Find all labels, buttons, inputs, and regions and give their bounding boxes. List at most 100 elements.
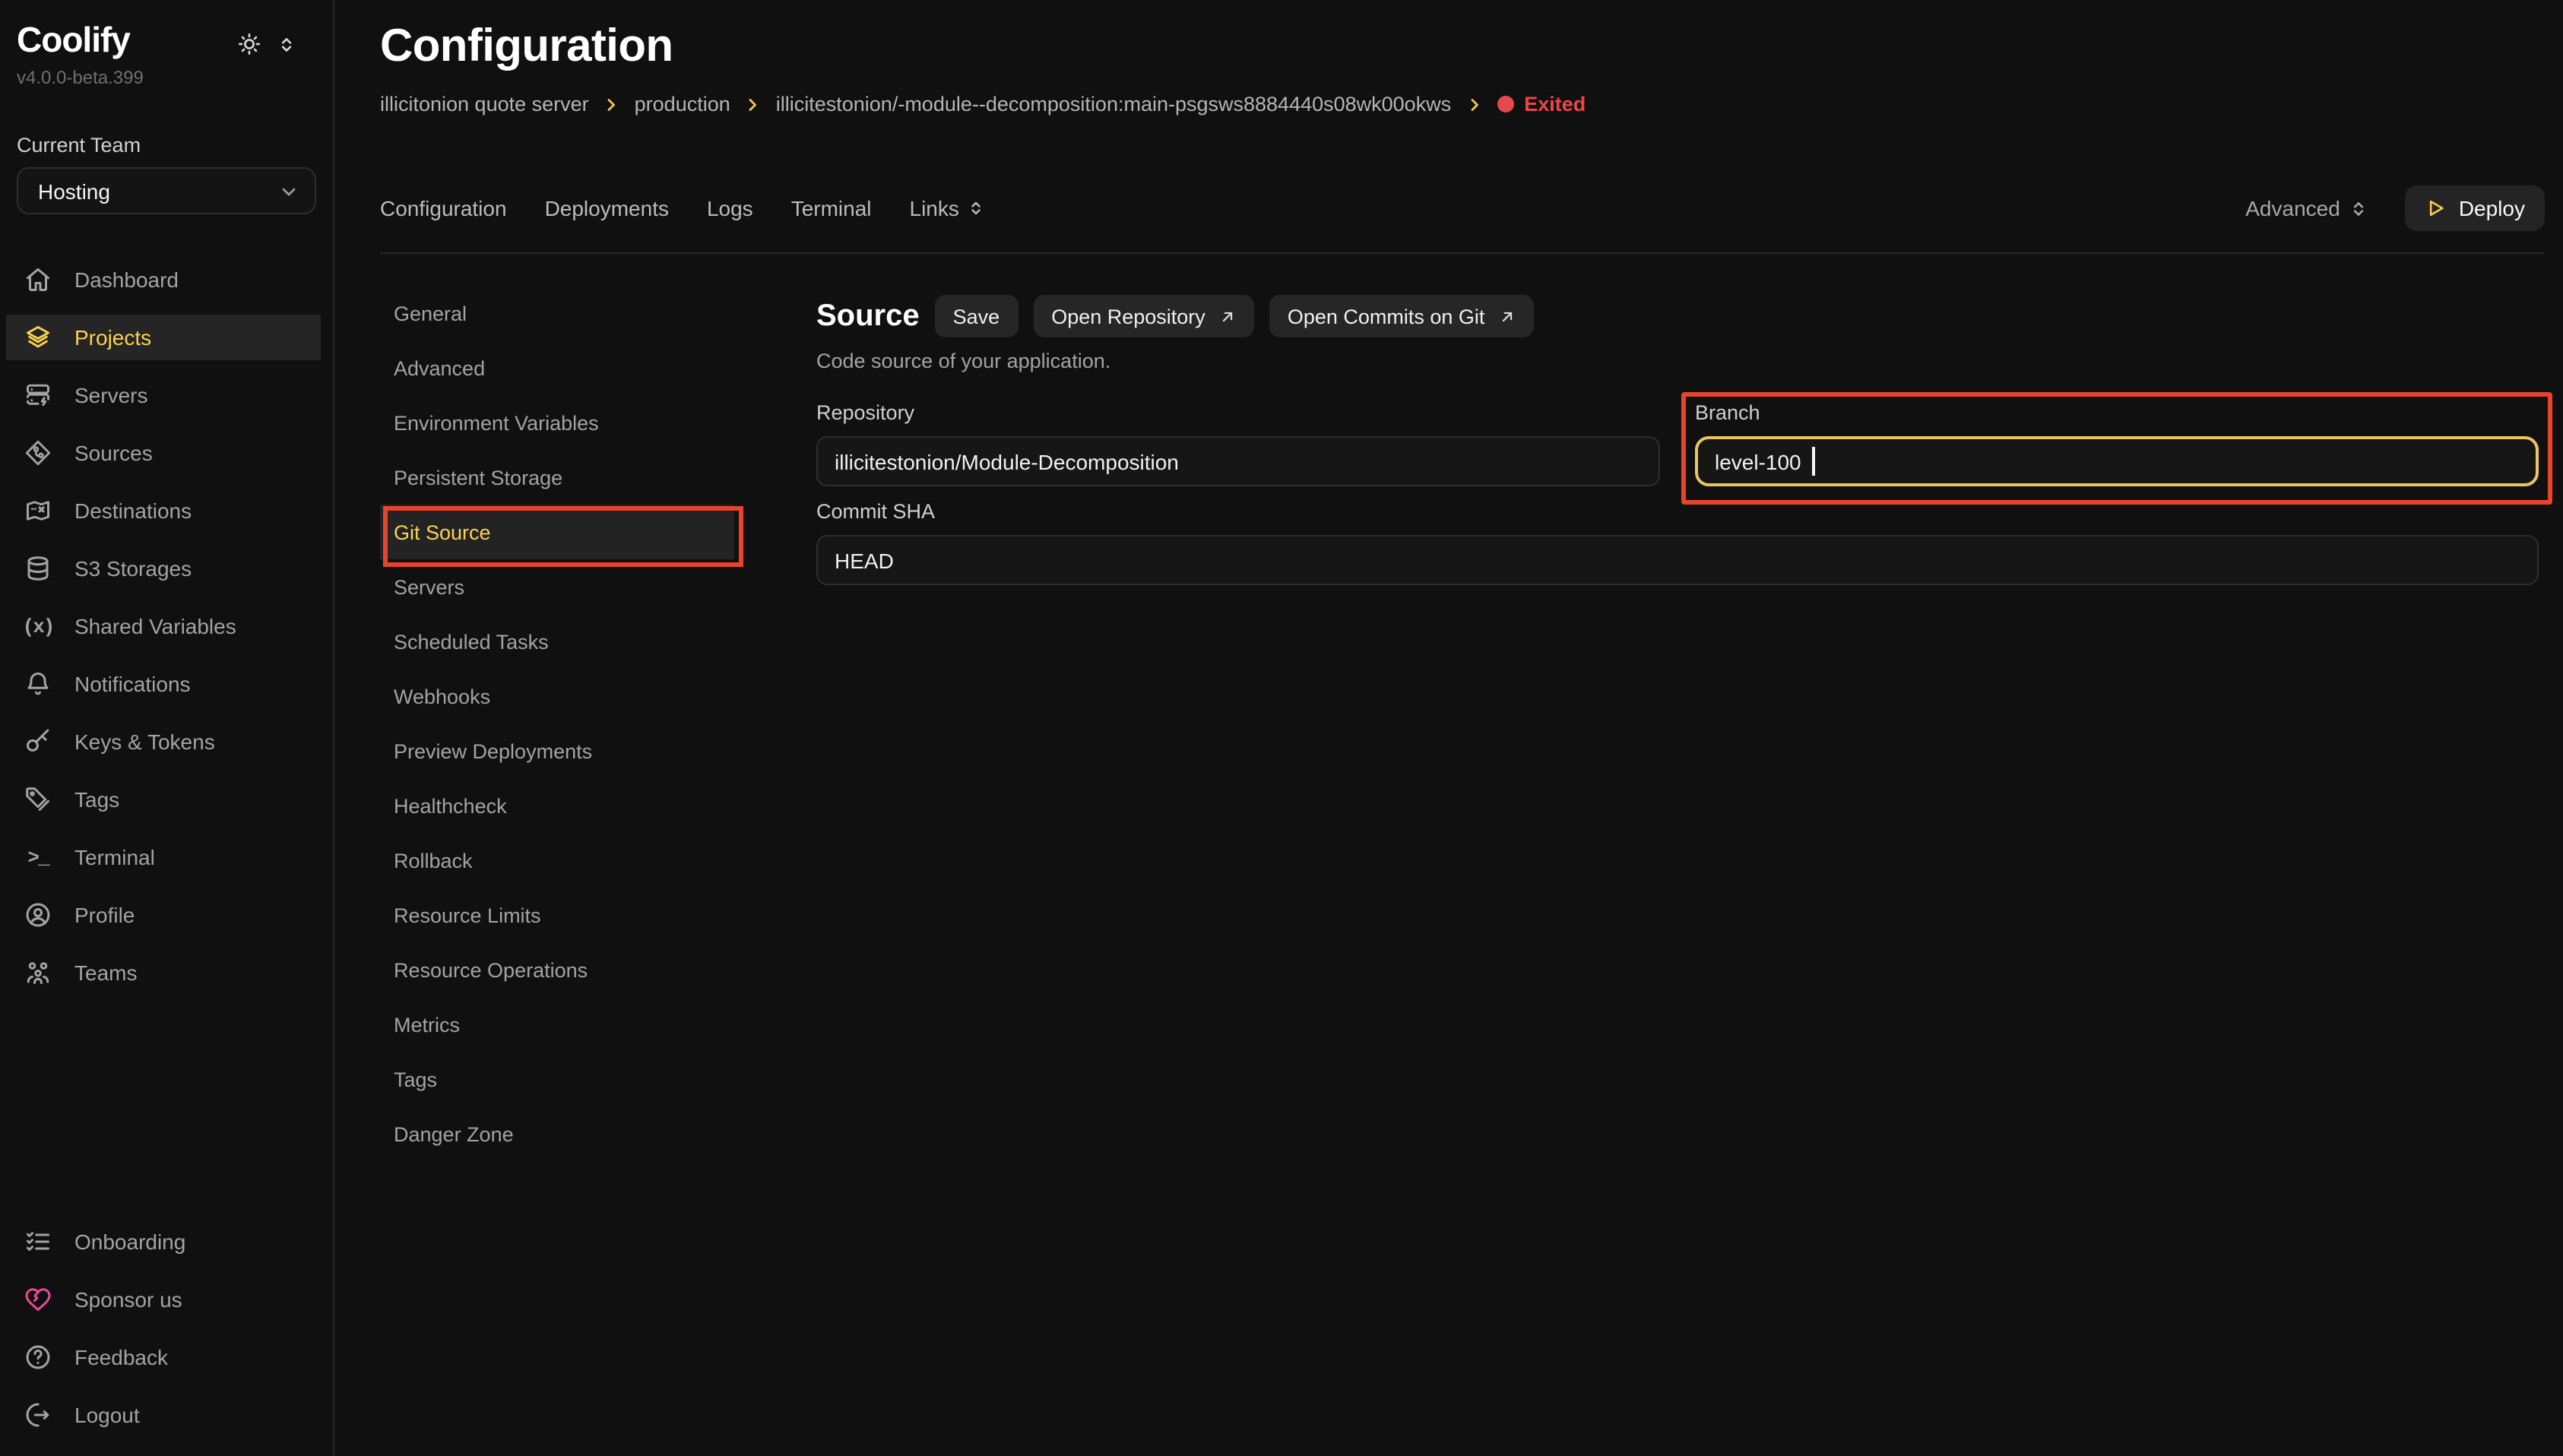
commit-sha-label: Commit SHA (816, 499, 2539, 524)
logout-icon (24, 1401, 52, 1429)
sidebar-item-teams[interactable]: Teams (6, 950, 321, 995)
users-icon (24, 959, 52, 986)
advanced-dropdown[interactable]: Advanced (2245, 196, 2369, 220)
page-title: Configuration (380, 0, 2545, 74)
database-icon (24, 555, 52, 582)
submenu-item-resource-limits[interactable]: Resource Limits (380, 888, 734, 942)
tab-logs[interactable]: Logs (707, 196, 753, 220)
submenu-item-servers[interactable]: Servers (380, 559, 734, 614)
submenu-item-rollback[interactable]: Rollback (380, 833, 734, 888)
variable-icon: (x) (24, 615, 52, 638)
tab-deployments[interactable]: Deployments (545, 196, 669, 220)
tab-terminal[interactable]: Terminal (791, 196, 872, 220)
sidebar-item-servers[interactable]: Servers (6, 372, 321, 418)
sidebar-item-shared-variables[interactable]: (x) Shared Variables (6, 603, 321, 649)
submenu-item-resource-operations[interactable]: Resource Operations (380, 942, 734, 997)
sidebar-item-keys-tokens[interactable]: Keys & Tokens (6, 719, 321, 764)
breadcrumb: illicitonion quote server production ill… (380, 91, 2545, 117)
section-description: Code source of your application. (816, 348, 2539, 374)
map-icon (24, 497, 52, 524)
chevrons-up-down-icon (2349, 198, 2369, 218)
heart-icon (24, 1286, 52, 1313)
chevron-down-icon (278, 180, 299, 201)
submenu-item-preview-deployments[interactable]: Preview Deployments (380, 723, 734, 778)
submenu-item-webhooks[interactable]: Webhooks (380, 669, 734, 723)
terminal-icon: >_ (24, 846, 52, 869)
submenu-item-git-source[interactable]: Git Source (380, 505, 734, 559)
home-icon (24, 266, 52, 293)
chevron-right-icon (1465, 96, 1483, 114)
sidebar-menu: Dashboard Projects Servers Sources (0, 257, 333, 1008)
sidebar-header: Coolify v4.0.0-beta.399 (0, 0, 333, 90)
app-version: v4.0.0-beta.399 (17, 67, 316, 90)
open-commits-button[interactable]: Open Commits on Git (1269, 295, 1534, 337)
key-icon (24, 728, 52, 755)
sidebar-item-terminal[interactable]: >_ Terminal (6, 834, 321, 880)
sidebar-item-sources[interactable]: Sources (6, 430, 321, 476)
tab-configuration[interactable]: Configuration (380, 196, 507, 220)
user-circle-icon (24, 901, 52, 929)
sidebar-item-s3-storages[interactable]: S3 Storages (6, 546, 321, 591)
tab-bar: Configuration Deployments Logs Terminal … (380, 185, 2545, 231)
server-icon (24, 381, 52, 409)
chevron-right-icon (744, 96, 762, 114)
help-circle-icon (24, 1344, 52, 1371)
status-dot-icon (1497, 96, 1513, 112)
coolify-app: Coolify v4.0.0-beta.399 Current Team Hos (0, 0, 2563, 1456)
team-select-value: Hosting (38, 179, 110, 203)
deploy-button[interactable]: Deploy (2406, 185, 2545, 231)
sidebar-footer-menu: Onboarding Sponsor us Feedback Logout (0, 1219, 333, 1450)
sidebar-item-sponsor-us[interactable]: Sponsor us (6, 1277, 321, 1322)
tab-bar-divider (380, 252, 2545, 254)
sidebar: Coolify v4.0.0-beta.399 Current Team Hos (0, 0, 334, 1456)
branch-input[interactable] (1695, 436, 2539, 486)
submenu-item-advanced[interactable]: Advanced (380, 340, 734, 395)
theme-toggle-sun-icon[interactable] (237, 32, 261, 56)
status-text: Exited (1524, 91, 1586, 117)
tag-icon (24, 786, 52, 813)
breadcrumb-environment[interactable]: production (635, 91, 730, 117)
sidebar-collapse-chevrons-icon[interactable] (277, 34, 296, 54)
chevron-right-icon (603, 96, 621, 114)
commit-sha-input[interactable] (816, 535, 2539, 585)
current-team-label: Current Team (17, 132, 316, 158)
sidebar-item-onboarding[interactable]: Onboarding (6, 1219, 321, 1265)
git-source-panel: Source Save Open Repository Open Commits… (816, 286, 2545, 1161)
sidebar-item-logout[interactable]: Logout (6, 1392, 321, 1438)
open-repository-button[interactable]: Open Repository (1033, 295, 1254, 337)
breadcrumb-application[interactable]: illicitestonion/-module--decomposition:m… (776, 91, 1451, 117)
main-content: Configuration illicitonion quote server … (334, 0, 2563, 1456)
branch-label: Branch (1695, 400, 2539, 426)
submenu-item-danger-zone[interactable]: Danger Zone (380, 1106, 734, 1161)
tab-links[interactable]: Links (910, 196, 985, 220)
chevrons-up-down-icon (967, 199, 985, 217)
sidebar-item-projects[interactable]: Projects (6, 315, 321, 360)
sidebar-item-feedback[interactable]: Feedback (6, 1334, 321, 1380)
submenu-item-general[interactable]: General (380, 286, 734, 340)
sidebar-item-dashboard[interactable]: Dashboard (6, 257, 321, 302)
submenu-item-scheduled-tasks[interactable]: Scheduled Tasks (380, 614, 734, 669)
layers-icon (24, 324, 52, 351)
submenu-item-environment-variables[interactable]: Environment Variables (380, 395, 734, 450)
submenu-item-tags[interactable]: Tags (380, 1052, 734, 1106)
sidebar-item-tags[interactable]: Tags (6, 777, 321, 822)
save-button[interactable]: Save (935, 295, 1019, 337)
sidebar-item-profile[interactable]: Profile (6, 892, 321, 938)
sidebar-item-destinations[interactable]: Destinations (6, 488, 321, 533)
sidebar-item-notifications[interactable]: Notifications (6, 661, 321, 707)
repository-input[interactable] (816, 436, 1660, 486)
git-source-icon (24, 439, 52, 467)
submenu-item-healthcheck[interactable]: Healthcheck (380, 778, 734, 833)
submenu-item-metrics[interactable]: Metrics (380, 997, 734, 1052)
team-select[interactable]: Hosting (17, 167, 316, 214)
commit-sha-field: Commit SHA (816, 499, 2539, 585)
repository-field: Repository (816, 400, 1660, 486)
status-badge: Exited (1497, 91, 1586, 117)
repository-label: Repository (816, 400, 1660, 426)
branch-field: Branch (1695, 400, 2539, 486)
text-caret (1812, 447, 1814, 476)
sidebar-spacer (0, 1008, 333, 1219)
bell-icon (24, 670, 52, 698)
breadcrumb-project[interactable]: illicitonion quote server (380, 91, 589, 117)
submenu-item-persistent-storage[interactable]: Persistent Storage (380, 450, 734, 505)
